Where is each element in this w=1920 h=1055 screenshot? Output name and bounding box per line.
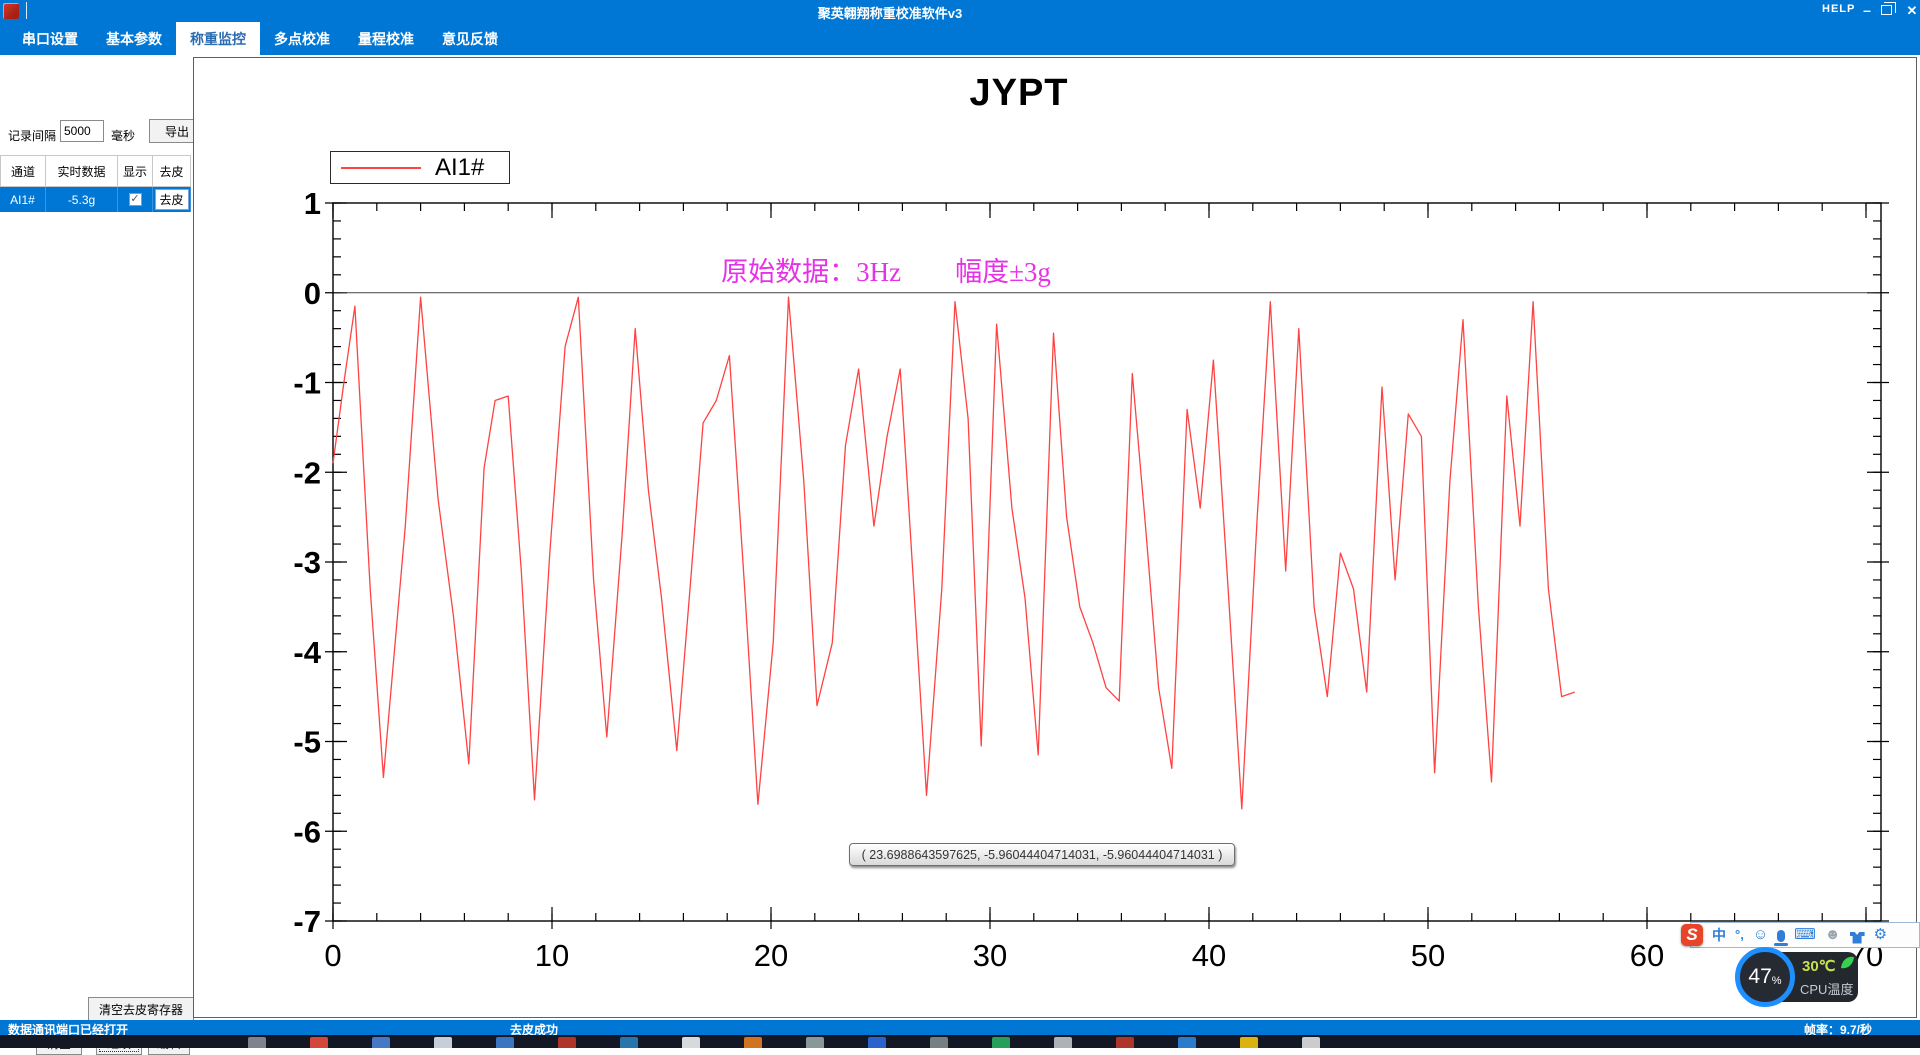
title-bar: 聚英翱翔称重校准软件v3 HELP – ✕ [0, 0, 1920, 22]
windows-taskbar[interactable] [0, 1035, 1920, 1048]
sogou-logo-icon[interactable]: S [1681, 924, 1703, 946]
cell-channel: AI1# [0, 187, 46, 212]
header-realtime: 实时数据 [46, 155, 118, 187]
svg-text:10: 10 [535, 938, 569, 973]
taskbar-app-icon[interactable] [868, 1037, 886, 1048]
channel-table: 通道 实时数据 显示 去皮 AI1# -5.3g ✓ 去皮 [0, 155, 191, 212]
help-button[interactable]: HELP [1822, 3, 1855, 15]
taskbar-app-icon[interactable] [310, 1037, 328, 1048]
cell-realtime-value: -5.3g [46, 187, 118, 212]
tab-串口设置[interactable]: 串口设置 [8, 22, 92, 55]
header-tare: 去皮 [153, 155, 191, 187]
cell-show: ✓ [118, 187, 153, 212]
svg-text:-2: -2 [293, 455, 321, 490]
settings-wrench-icon[interactable]: ⚙ [1874, 924, 1887, 946]
language-mode-icon[interactable]: 中 [1712, 924, 1726, 946]
show-checkbox[interactable]: ✓ [129, 193, 142, 206]
chart-annotation: 原始数据：3Hz 幅度±3g [626, 250, 1146, 289]
status-bar: 数据通讯端口已经打开 去皮成功 帧率：9.7/秒 [0, 1020, 1920, 1035]
tab-意见反馈[interactable]: 意见反馈 [428, 22, 512, 55]
left-panel: 记录间隔 毫秒 导出 通道 实时数据 显示 去皮 AI1# -5.3g ✓ 去皮… [0, 55, 193, 1020]
clear-tare-register-button[interactable]: 清空去皮寄存器 [88, 997, 194, 1021]
taskbar-app-icon[interactable] [806, 1037, 824, 1048]
svg-text:-5: -5 [293, 725, 321, 760]
svg-text:-1: -1 [293, 366, 321, 401]
taskbar-app-icon[interactable] [1240, 1037, 1258, 1048]
svg-text:60: 60 [1630, 938, 1664, 973]
tab-量程校准[interactable]: 量程校准 [344, 22, 428, 55]
svg-text:-3: -3 [293, 545, 321, 580]
chart-legend: AI1# [330, 151, 510, 184]
cpu-usage-percent-unit: % [1772, 975, 1782, 987]
table-row[interactable]: AI1# -5.3g ✓ 去皮 [0, 187, 191, 212]
cpu-temperature-value: 30℃ [1802, 957, 1836, 975]
cpu-temperature-label: CPU温度 [1800, 979, 1853, 998]
tab-称重监控[interactable]: 称重监控 [176, 22, 260, 55]
taskbar-app-icon[interactable] [248, 1037, 266, 1048]
taskbar-app-icon[interactable] [1178, 1037, 1196, 1048]
svg-text:50: 50 [1411, 938, 1445, 973]
chart-area[interactable]: 01020304050607010-1-2-3-4-5-6-7 JYPT AI1… [193, 57, 1917, 1018]
taskbar-app-icon[interactable] [558, 1037, 576, 1048]
tare-button[interactable]: 去皮 [155, 189, 189, 210]
taskbar-app-icon[interactable] [372, 1037, 390, 1048]
taskbar-app-icon[interactable] [682, 1037, 700, 1048]
svg-text:1: 1 [304, 186, 321, 221]
taskbar-app-icon[interactable] [1116, 1037, 1134, 1048]
taskbar-app-icon[interactable] [930, 1037, 948, 1048]
taskbar-app-icon[interactable] [434, 1037, 452, 1048]
legend-series-label: AI1# [435, 154, 484, 182]
svg-text:-4: -4 [293, 635, 321, 670]
svg-text:-6: -6 [293, 814, 321, 849]
account-icon[interactable]: ☻ [1825, 924, 1841, 946]
legend-line-sample [341, 167, 421, 169]
header-channel: 通道 [0, 155, 46, 187]
svg-text:20: 20 [754, 938, 788, 973]
chart-title: JYPT [754, 72, 1284, 115]
cell-tare: 去皮 [153, 187, 191, 212]
table-header-row: 通道 实时数据 显示 去皮 [0, 155, 191, 187]
svg-text:-7: -7 [293, 904, 321, 939]
taskbar-app-icon[interactable] [1302, 1037, 1320, 1048]
cursor-tooltip: ( 23.6988643597625, -5.96044404714031, -… [849, 843, 1235, 866]
punctuation-icon[interactable]: °, [1735, 924, 1744, 946]
svg-text:40: 40 [1192, 938, 1226, 973]
app-icon [3, 3, 19, 19]
taskbar-app-icon[interactable] [744, 1037, 762, 1048]
ime-toolbar[interactable]: S 中 °, ☺ ⌨ ☻ ⚙ [1690, 922, 1920, 948]
record-interval-unit: 毫秒 [111, 127, 135, 144]
header-show: 显示 [118, 155, 153, 187]
svg-text:0: 0 [324, 938, 341, 973]
taskbar-app-icon[interactable] [992, 1037, 1010, 1048]
taskbar-app-icon[interactable] [496, 1037, 514, 1048]
skin-icon[interactable] [1850, 932, 1865, 944]
emoji-icon[interactable]: ☺ [1753, 924, 1768, 946]
close-icon[interactable]: ✕ [1904, 3, 1920, 19]
taskbar-app-icon[interactable] [1054, 1037, 1072, 1048]
record-interval-input[interactable] [60, 120, 104, 142]
tab-多点校准[interactable]: 多点校准 [260, 22, 344, 55]
plot-canvas: 01020304050607010-1-2-3-4-5-6-7 [194, 58, 1916, 1017]
restore-icon[interactable] [1881, 5, 1892, 15]
menu-bar: 串口设置基本参数称重监控多点校准量程校准意见反馈 [0, 22, 1920, 55]
record-interval-label: 记录间隔 [8, 127, 56, 144]
svg-text:30: 30 [973, 938, 1007, 973]
keyboard-icon[interactable]: ⌨ [1794, 924, 1816, 946]
cpu-usage-ring: 47 % [1735, 947, 1795, 1007]
microphone-icon[interactable] [1777, 930, 1785, 942]
svg-text:0: 0 [304, 276, 321, 311]
minimize-icon[interactable]: – [1857, 2, 1877, 20]
tab-基本参数[interactable]: 基本参数 [92, 22, 176, 55]
cpu-usage-percent: 47 [1748, 965, 1771, 989]
taskbar-app-icon[interactable] [620, 1037, 638, 1048]
text-caret [26, 2, 27, 19]
window-title: 聚英翱翔称重校准软件v3 [710, 3, 1070, 22]
